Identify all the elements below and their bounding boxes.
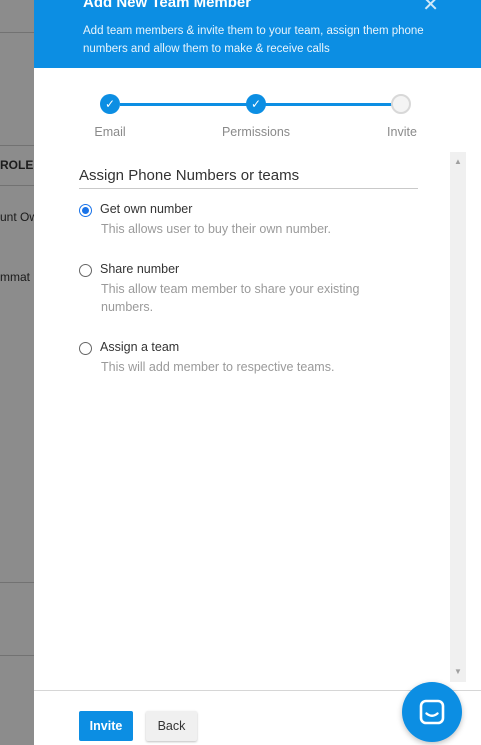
- step-permissions-check-icon[interactable]: ✓: [246, 94, 266, 114]
- stepper: ✓ ✓ Email Permissions Invite: [34, 92, 481, 142]
- scroll-up-icon[interactable]: ▲: [450, 155, 466, 169]
- step-label-invite: Invite: [387, 125, 417, 139]
- step-email-check-icon[interactable]: ✓: [100, 94, 120, 114]
- option-description: This allow team member to share your exi…: [101, 282, 360, 314]
- option-label[interactable]: Get own number: [100, 202, 192, 216]
- step-label-email: Email: [94, 125, 126, 139]
- step-connector: [120, 103, 256, 106]
- radio-share-number[interactable]: [79, 264, 92, 277]
- modal-header: Add New Team Member Add team members & i…: [34, 0, 481, 68]
- radio-get-own-number[interactable]: [79, 204, 92, 217]
- modal-subtitle: Add team members & invite them to your t…: [83, 25, 424, 55]
- option-description: This will add member to respective teams…: [101, 360, 335, 374]
- chat-launcher-button[interactable]: [402, 682, 462, 742]
- option-description: This allows user to buy their own number…: [101, 222, 331, 236]
- step-connector: [264, 103, 400, 106]
- add-team-member-modal: Add New Team Member Add team members & i…: [34, 0, 481, 745]
- scrollbar[interactable]: ▲ ▼: [450, 152, 466, 682]
- back-button[interactable]: Back: [146, 711, 197, 741]
- modal-title: Add New Team Member: [83, 0, 252, 11]
- option-label[interactable]: Assign a team: [100, 340, 179, 354]
- option-label[interactable]: Share number: [100, 262, 179, 276]
- section-title: Assign Phone Numbers or teams: [79, 167, 418, 189]
- step-label-permissions: Permissions: [221, 125, 291, 139]
- step-invite-indicator[interactable]: [391, 94, 411, 114]
- scroll-down-icon[interactable]: ▼: [450, 665, 466, 679]
- radio-assign-team[interactable]: [79, 342, 92, 355]
- close-icon[interactable]: ✕: [422, 0, 439, 17]
- invite-button[interactable]: Invite: [79, 711, 133, 741]
- chat-bubble-icon: [419, 699, 445, 725]
